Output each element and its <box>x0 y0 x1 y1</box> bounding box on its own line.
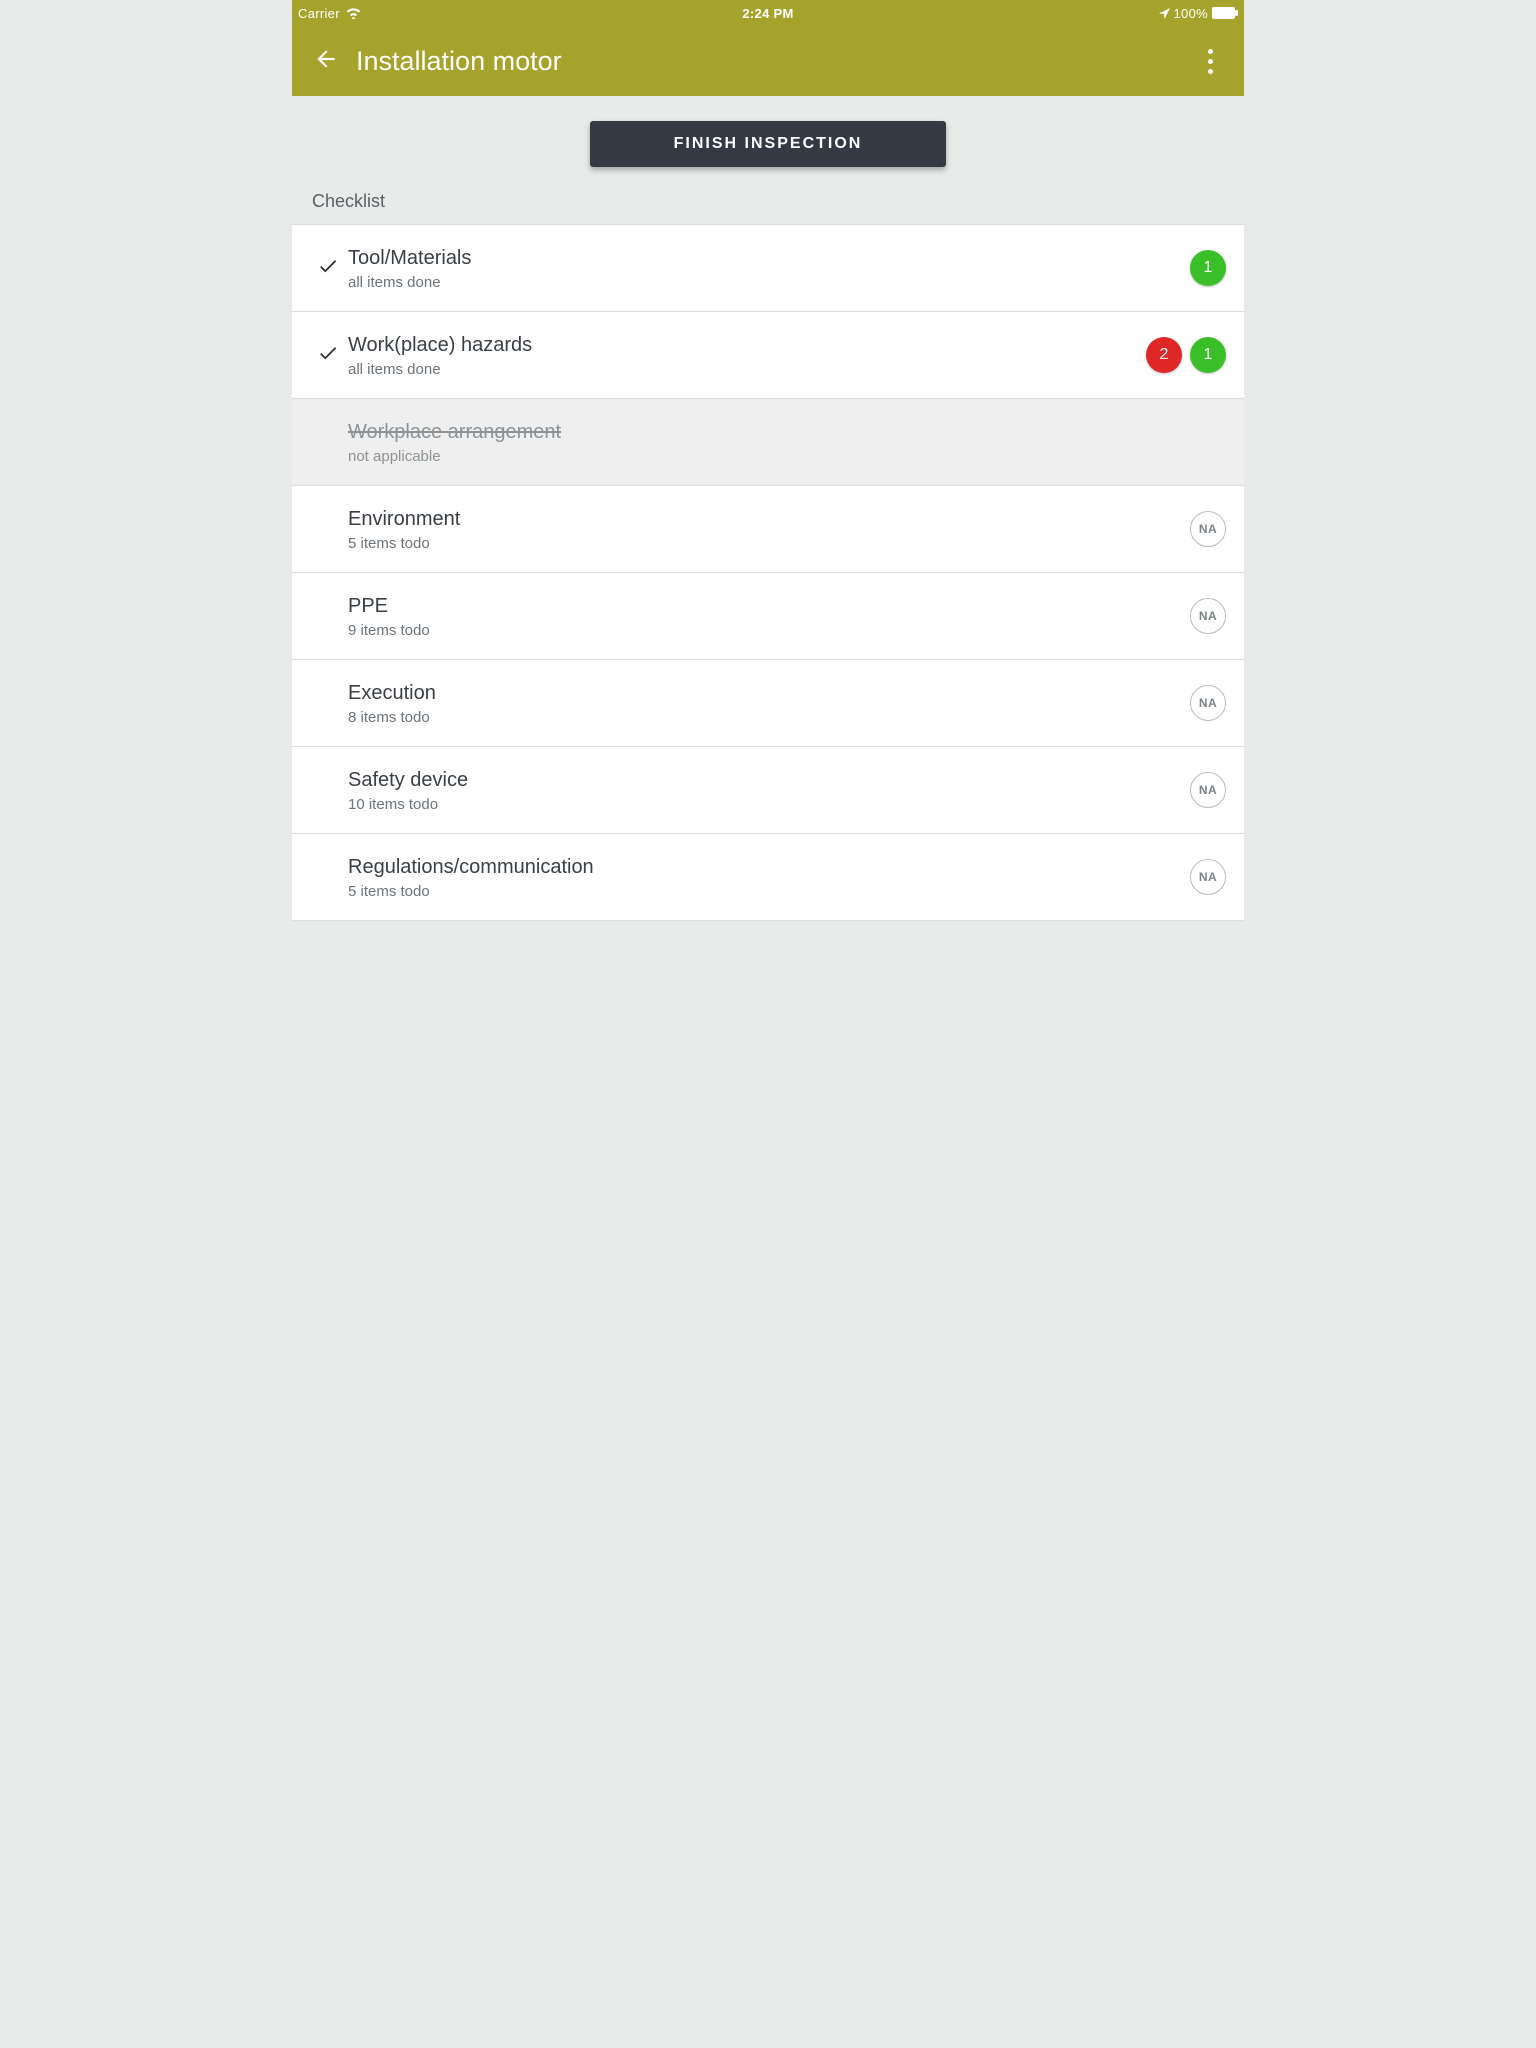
row-texts: Environment 5 items todo <box>348 489 1190 570</box>
overflow-menu-button[interactable] <box>1186 37 1234 85</box>
carrier-label: Carrier <box>298 6 340 21</box>
status-bar: Carrier 2:24 PM 100% <box>292 0 1244 26</box>
checklist-row[interactable]: Tool/Materials all items done1 <box>292 224 1244 312</box>
row-texts: Regulations/communication 5 items todo <box>348 837 1190 918</box>
battery-icon <box>1212 7 1238 19</box>
row-subtitle: 8 items todo <box>348 709 1190 726</box>
badge-green: 1 <box>1190 250 1226 286</box>
row-subtitle: 9 items todo <box>348 622 1190 639</box>
row-texts: Safety device 10 items todo <box>348 750 1190 831</box>
location-icon <box>1159 8 1170 19</box>
row-subtitle: 5 items todo <box>348 883 1190 900</box>
row-title: PPE <box>348 594 1190 618</box>
row-title: Workplace arrangement <box>348 420 1226 444</box>
row-subtitle: 10 items todo <box>348 796 1190 813</box>
row-badges: NA <box>1190 598 1226 634</box>
checklist-row[interactable]: Environment 5 items todoNA <box>292 485 1244 573</box>
row-subtitle: 5 items todo <box>348 535 1190 552</box>
row-subtitle: all items done <box>348 361 1146 378</box>
back-button[interactable] <box>302 37 350 85</box>
badge-green: 1 <box>1190 337 1226 373</box>
row-texts: Workplace arrangement not applicable <box>348 402 1226 483</box>
checklist-row[interactable]: Work(place) hazards all items done21 <box>292 311 1244 399</box>
row-badges: 21 <box>1146 337 1226 373</box>
checklist-row[interactable]: Execution 8 items todoNA <box>292 659 1244 747</box>
checklist-row[interactable]: Workplace arrangement not applicable <box>292 398 1244 486</box>
na-badge[interactable]: NA <box>1190 511 1226 547</box>
row-texts: PPE 9 items todo <box>348 576 1190 657</box>
more-vert-icon <box>1208 49 1213 74</box>
checklist-row[interactable]: Safety device 10 items todoNA <box>292 746 1244 834</box>
row-title: Regulations/communication <box>348 855 1190 879</box>
row-title: Environment <box>348 507 1190 531</box>
row-badges: NA <box>1190 859 1226 895</box>
finish-inspection-button[interactable]: FINISH INSPECTION <box>590 121 947 167</box>
na-badge[interactable]: NA <box>1190 685 1226 721</box>
row-badges: NA <box>1190 685 1226 721</box>
row-badges: 1 <box>1190 250 1226 286</box>
row-title: Safety device <box>348 768 1190 792</box>
section-header-checklist: Checklist <box>292 191 1244 224</box>
row-status-icon-slot <box>308 342 348 369</box>
battery-pct: 100% <box>1174 6 1208 21</box>
na-badge[interactable]: NA <box>1190 859 1226 895</box>
row-title: Tool/Materials <box>348 246 1190 270</box>
row-texts: Work(place) hazards all items done <box>348 315 1146 396</box>
na-badge[interactable]: NA <box>1190 598 1226 634</box>
check-icon <box>317 342 339 369</box>
page-title: Installation motor <box>356 46 1186 77</box>
checklist: Tool/Materialsall items done1Work(place)… <box>292 224 1244 921</box>
wifi-icon <box>346 8 361 19</box>
na-badge[interactable]: NA <box>1190 772 1226 808</box>
badge-red: 2 <box>1146 337 1182 373</box>
row-subtitle: not applicable <box>348 448 1226 465</box>
app-bar: Installation motor <box>292 26 1244 96</box>
clock: 2:24 PM <box>611 6 924 21</box>
finish-button-area: FINISH INSPECTION <box>292 96 1244 191</box>
checklist-row[interactable]: Regulations/communication 5 items todoNA <box>292 833 1244 921</box>
check-icon <box>317 255 339 282</box>
row-title: Work(place) hazards <box>348 333 1146 357</box>
arrow-left-icon <box>313 46 339 77</box>
row-status-icon-slot <box>308 255 348 282</box>
row-texts: Tool/Materials all items done <box>348 228 1190 309</box>
row-badges: NA <box>1190 772 1226 808</box>
row-subtitle: all items done <box>348 274 1190 291</box>
row-texts: Execution 8 items todo <box>348 663 1190 744</box>
row-title: Execution <box>348 681 1190 705</box>
checklist-row[interactable]: PPE 9 items todoNA <box>292 572 1244 660</box>
row-badges: NA <box>1190 511 1226 547</box>
